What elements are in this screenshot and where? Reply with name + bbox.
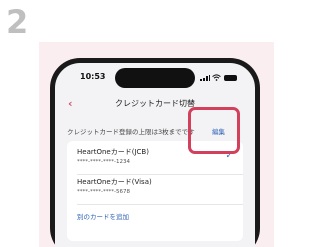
add-card-button[interactable]: 別のカードを追加 [77,214,129,221]
dynamic-island [115,68,195,88]
card-list: HeartOneカード(JCB) ****-****-****-1234 ✓ H… [67,141,243,241]
card-number: ****-****-****-1234 [77,159,130,165]
status-time: 10:53 [80,72,106,81]
phone-screen: 10:53 ‹ クレジットカード切替 クレジットカード登録の上限は3枚までです … [55,63,255,247]
card-limit-text: クレジットカード登録の上限は3枚までです [67,128,195,136]
signal-icon [200,75,210,81]
divider [77,174,243,175]
battery-icon [224,75,237,81]
edit-highlight-box [188,107,240,154]
card-number: ****-****-****-5678 [77,189,130,195]
status-bar: 10:53 [55,63,255,89]
divider [77,204,243,205]
step-number: 2 [6,3,29,41]
wifi-icon [212,74,221,81]
card-name: HeartOneカード(Visa) [77,178,152,186]
